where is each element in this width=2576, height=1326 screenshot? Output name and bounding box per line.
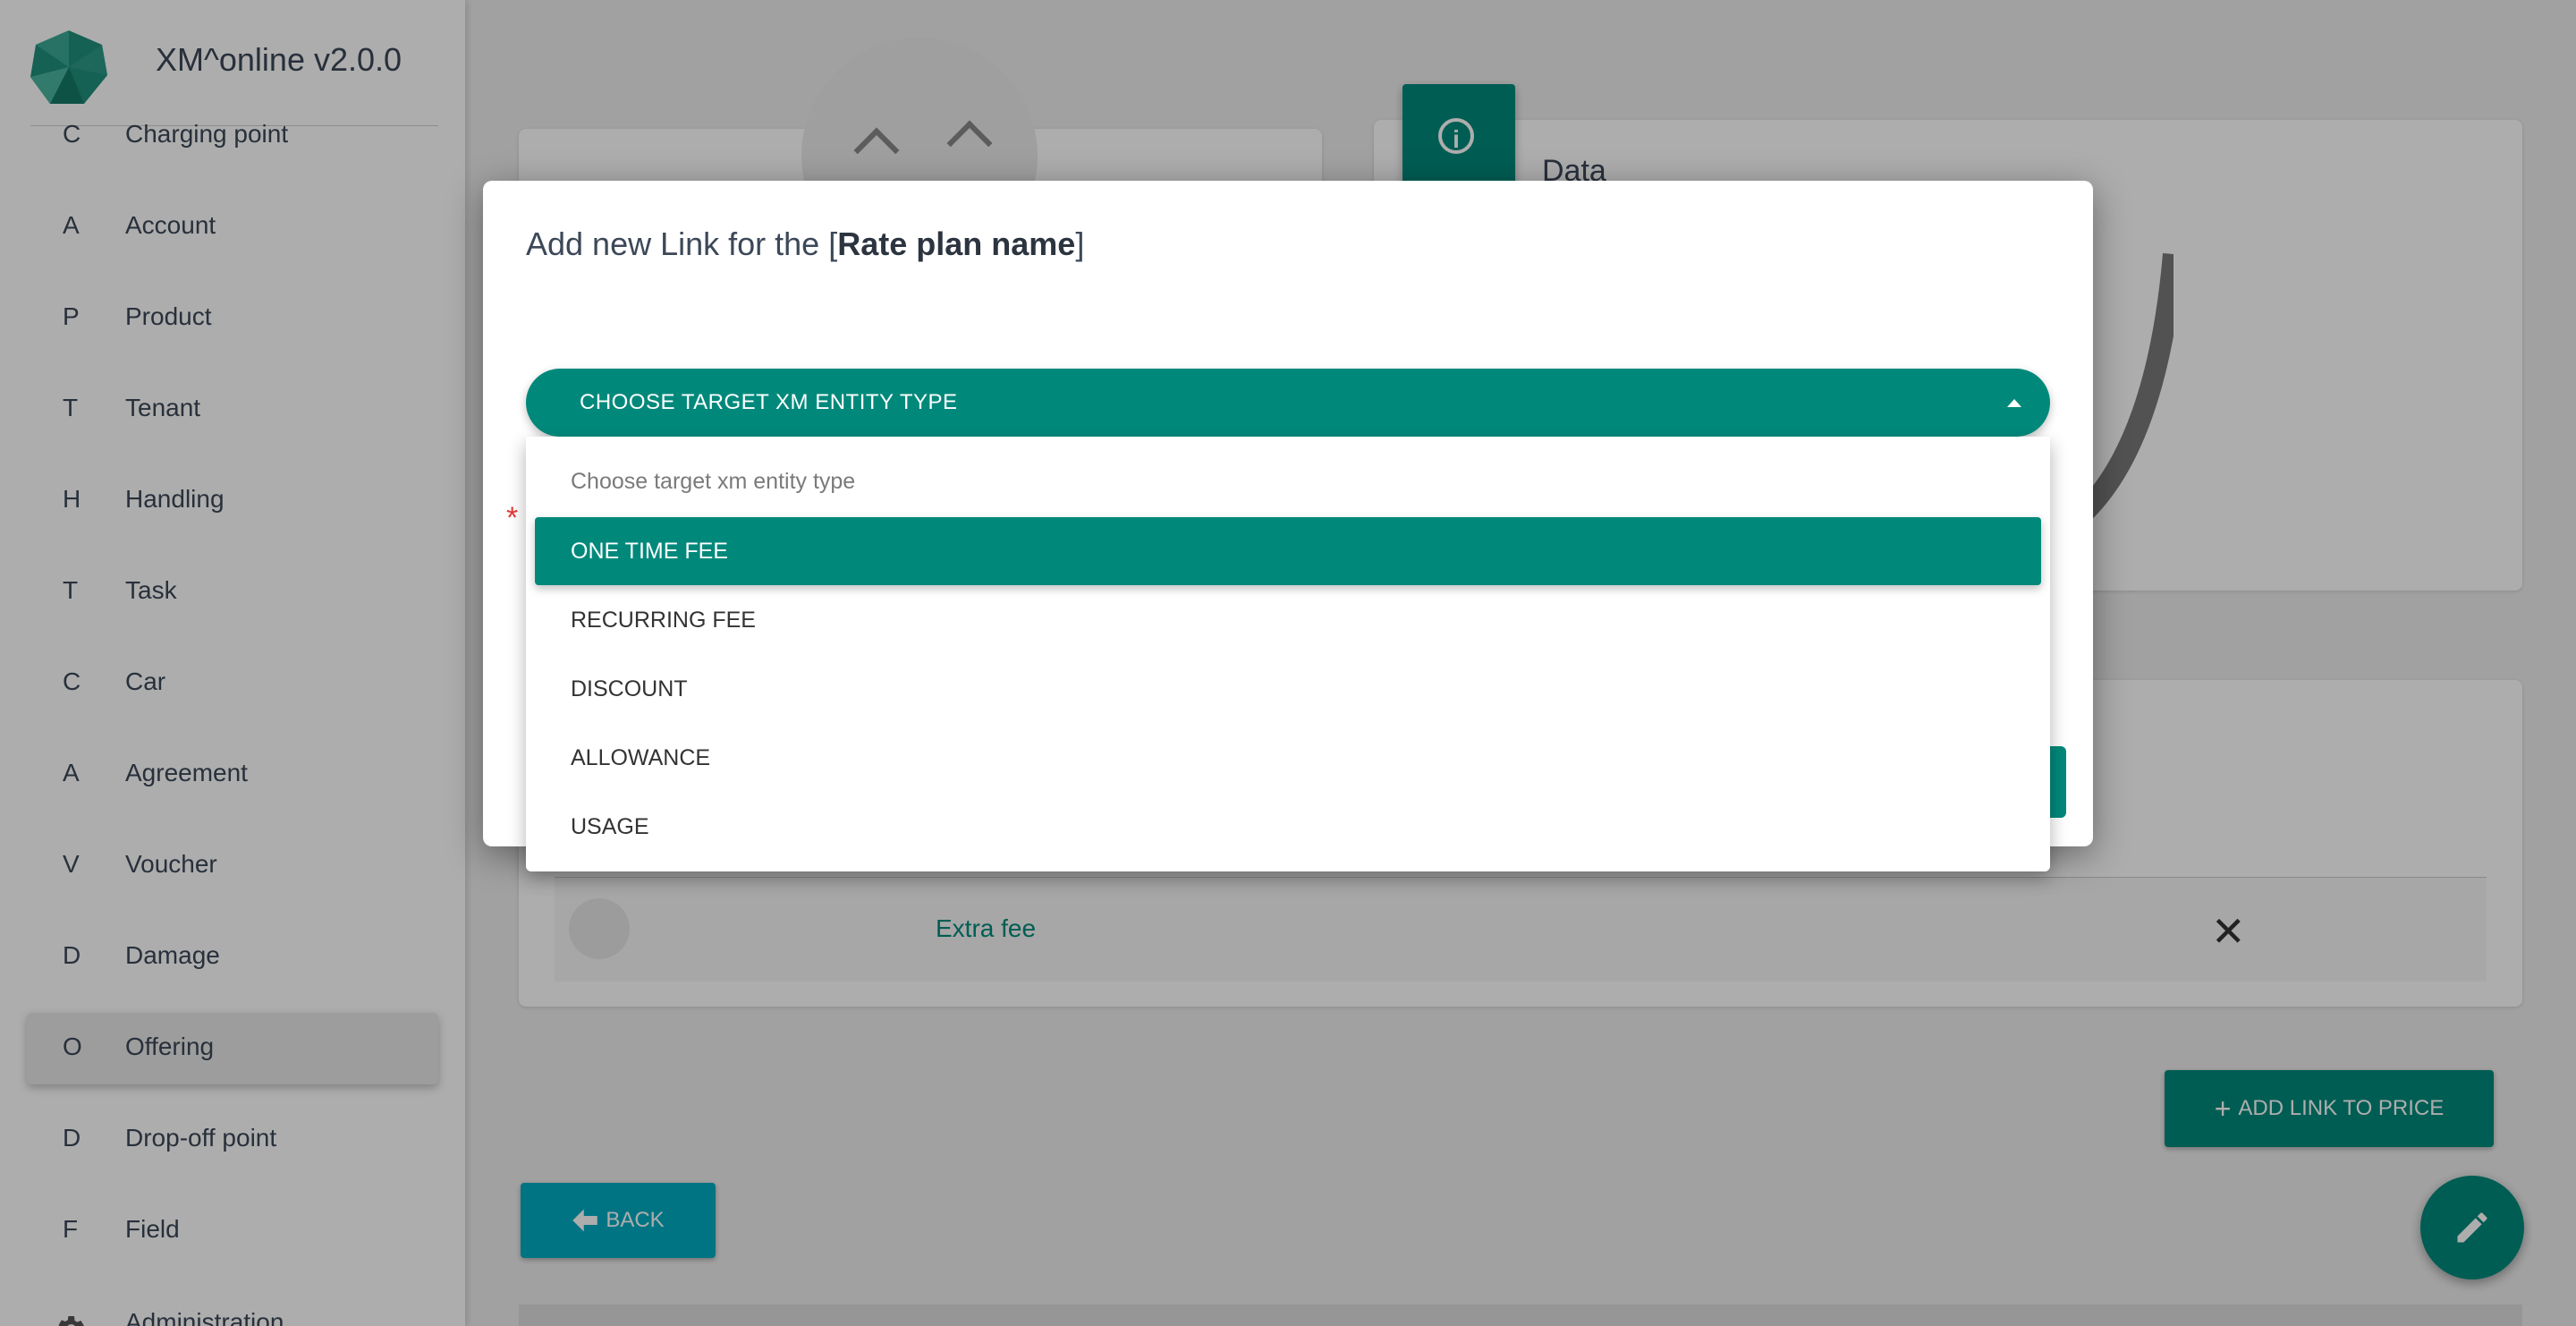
required-marker: * bbox=[506, 501, 519, 535]
dialog-title-entity: Rate plan name bbox=[837, 225, 1076, 262]
dropdown-option-discount[interactable]: DISCOUNT bbox=[535, 655, 2041, 723]
entity-type-select-label: CHOOSE TARGET XM ENTITY TYPE bbox=[580, 390, 958, 414]
dropdown-option-label: USAGE bbox=[571, 814, 649, 839]
dropdown-option-one-time-fee[interactable]: ONE TIME FEE bbox=[535, 517, 2041, 585]
dialog-title-suffix: ] bbox=[1075, 225, 1085, 262]
dropdown-option-usage[interactable]: USAGE bbox=[535, 793, 2041, 861]
dialog-title-prefix: Add new Link for the [ bbox=[526, 225, 838, 262]
dropdown-option-label: ONE TIME FEE bbox=[571, 539, 728, 564]
dropdown-option-recurring-fee[interactable]: RECURRING FEE bbox=[535, 586, 2041, 654]
dropdown-option-label: RECURRING FEE bbox=[571, 608, 756, 633]
dropdown-option-label: ALLOWANCE bbox=[571, 745, 711, 770]
dropdown-option-label: DISCOUNT bbox=[571, 676, 688, 701]
caret-up-icon bbox=[2007, 399, 2021, 407]
dropdown-placeholder: Choose target xm entity type bbox=[571, 469, 856, 494]
dialog-title: Add new Link for the [Rate plan name] bbox=[526, 225, 1084, 263]
dropdown-option-allowance[interactable]: ALLOWANCE bbox=[535, 724, 2041, 792]
